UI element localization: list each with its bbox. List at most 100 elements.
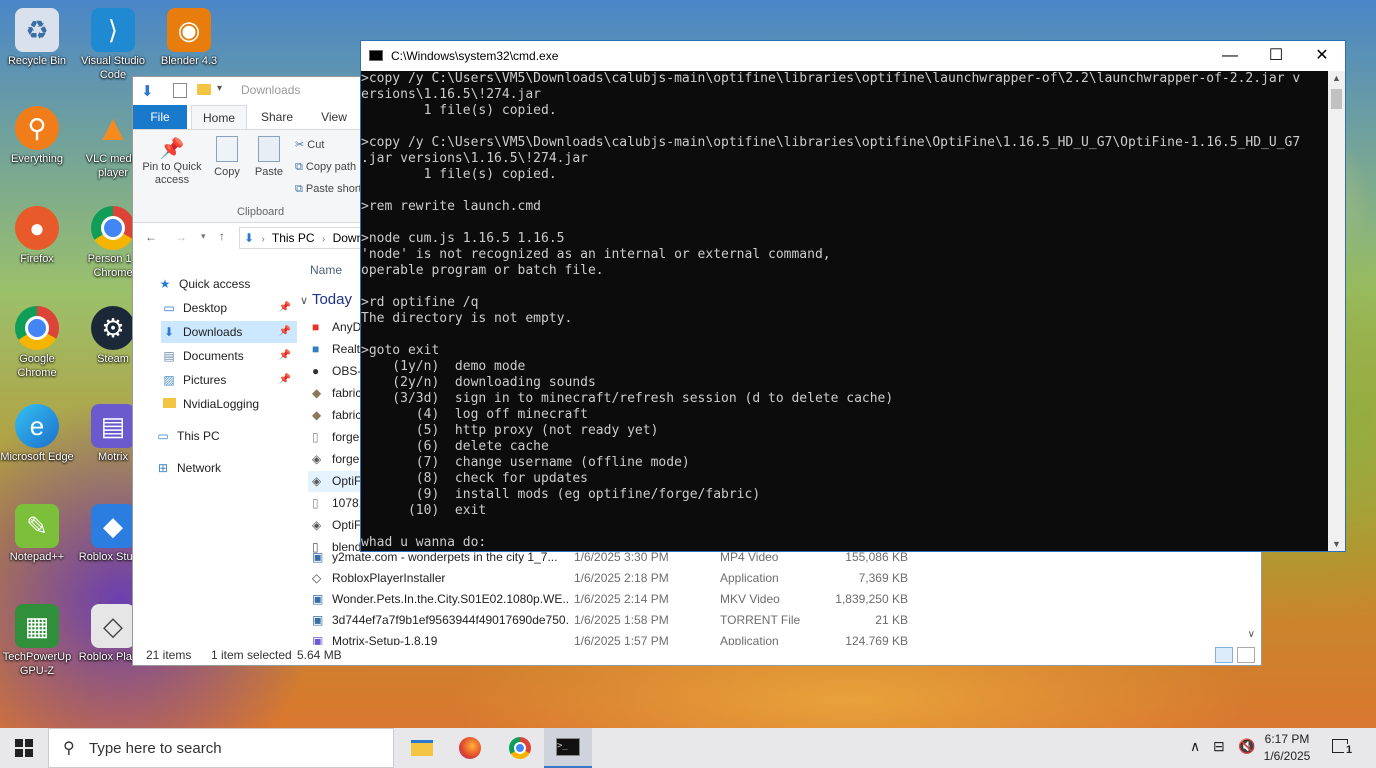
scroll-down-icon[interactable]: ▼ xyxy=(1332,539,1341,549)
tab-view[interactable]: View xyxy=(309,105,359,129)
paste-shortcut-button[interactable]: ⧉ Paste shortcut xyxy=(295,180,363,198)
file-size: 21 KB xyxy=(875,613,908,627)
nav-network[interactable]: ⊞ Network xyxy=(155,457,291,479)
steam-icon: ⚙ xyxy=(91,306,135,350)
close-button[interactable]: ✕ xyxy=(1299,41,1345,71)
cut-button[interactable]: ✂ Cut xyxy=(295,136,324,154)
jar-file-icon: ◈ xyxy=(312,452,322,466)
console-line: (9) install mods (eg optifine/forge/fabr… xyxy=(361,487,761,502)
console-line: >copy /y C:\Users\VM5\Downloads\calubjs-… xyxy=(361,135,1301,150)
qat-dropdown-icon[interactable]: ▾ xyxy=(217,83,222,94)
table-row[interactable]: ▣ Motrix-Setup-1.8.19 1/6/2025 1:57 PM A… xyxy=(308,631,1068,645)
vscode-icon: ⟩ xyxy=(91,8,135,52)
up-icon[interactable]: ↑ xyxy=(219,229,225,243)
motrix-file-icon: ▣ xyxy=(312,634,324,645)
taskbar-search-box[interactable]: ⚲ Type here to search xyxy=(48,728,394,768)
cmd-title-bar[interactable]: C:\Windows\system32\cmd.exe — ☐ ✕ xyxy=(361,41,1345,71)
file-size: 1,839,250 KB xyxy=(835,592,908,606)
nav-this-pc[interactable]: ▭ This PC xyxy=(155,425,291,447)
back-icon[interactable]: ← xyxy=(145,230,157,244)
breadcrumb-this-pc[interactable]: This PC xyxy=(272,231,315,245)
tab-share[interactable]: Share xyxy=(251,105,303,129)
selected-count: 1 item selected xyxy=(211,648,292,662)
show-hidden-icons-chevron[interactable]: ∧ xyxy=(1190,738,1200,755)
nav-documents[interactable]: ▤ Documents 📌 xyxy=(161,345,297,367)
minimize-button[interactable]: — xyxy=(1207,41,1253,71)
nav-pictures[interactable]: ▨ Pictures 📌 xyxy=(161,369,297,391)
taskbar-file-explorer[interactable] xyxy=(398,728,446,768)
notification-badge: 1 xyxy=(1344,744,1355,756)
cmd-icon: >_ xyxy=(556,738,580,756)
desktop-icon-edge[interactable]: e Microsoft Edge xyxy=(0,404,74,464)
forward-icon[interactable]: → xyxy=(175,230,187,244)
windows-logo-icon xyxy=(15,739,33,757)
pin-to-quick-access-button[interactable]: 📌 Pin to Quick access xyxy=(137,136,207,187)
explorer-window-title: Downloads xyxy=(241,83,301,97)
list-item-selected[interactable]: ◈ OptiF xyxy=(308,471,368,492)
desktop-icon-vscode[interactable]: ⟩ Visual Studio Code xyxy=(76,8,150,82)
group-header-today[interactable]: ∨ Today xyxy=(300,291,352,308)
selected-size: 5.64 MB xyxy=(297,648,342,662)
file-type: Application xyxy=(720,571,779,585)
scroll-up-icon[interactable]: ▲ xyxy=(1332,73,1341,83)
downloads-arrow-icon: ⬇ xyxy=(244,231,255,245)
console-line: 1 file(s) copied. xyxy=(361,167,557,182)
motrix-icon: ▤ xyxy=(91,404,135,448)
console-output[interactable]: >copy /y C:\Users\VM5\Downloads\calubjs-… xyxy=(361,71,1329,551)
nav-desktop[interactable]: ▭ Desktop 📌 xyxy=(161,297,297,319)
nav-quick-access[interactable]: ★ Quick access xyxy=(157,273,293,295)
command-prompt-window[interactable]: C:\Windows\system32\cmd.exe — ☐ ✕ >copy … xyxy=(360,40,1346,552)
folder-icon xyxy=(197,84,211,95)
desktop-icon-everything[interactable]: ⚲ Everything xyxy=(0,106,74,166)
navigation-pane: ★ Quick access ▭ Desktop 📌 ⬇ Downloads 📌 ▤ D… xyxy=(133,267,297,647)
console-line: The directory is not empty. xyxy=(361,311,573,326)
recent-dropdown-icon[interactable]: ▾ xyxy=(201,231,206,242)
table-row[interactable]: ▣ Wonder.Pets.In.the.City.S01E02.1080p.W… xyxy=(308,589,1068,610)
details-view-icon[interactable] xyxy=(1215,647,1233,663)
paste-button[interactable]: Paste xyxy=(249,136,289,178)
desktop-icon-blender[interactable]: ◉ Blender 4.3 xyxy=(152,8,226,68)
pin-icon: 📌 xyxy=(278,350,291,361)
properties-icon[interactable] xyxy=(173,83,187,98)
table-row[interactable]: ◇ RobloxPlayerInstaller 1/6/2025 2:18 PM… xyxy=(308,568,1068,589)
quick-access-toolbar-icon[interactable]: ⬇ xyxy=(141,82,154,100)
scroll-thumb[interactable] xyxy=(1331,89,1342,109)
tab-home[interactable]: Home xyxy=(191,105,247,129)
network-icon: ⊞ xyxy=(157,461,169,475)
desktop-icon-recycle-bin[interactable]: ♻ Recycle Bin xyxy=(0,8,74,68)
firefox-icon: ● xyxy=(15,206,59,250)
maximize-button[interactable]: ☐ xyxy=(1253,41,1299,71)
console-line: (3/3d) sign in to minecraft/refresh sess… xyxy=(361,391,894,406)
file-date: 1/6/2025 2:18 PM xyxy=(574,571,669,585)
table-row[interactable]: ▣ 3d744ef7a7f9b1ef9563944f49017690de750.… xyxy=(308,610,1068,631)
copy-button[interactable]: Copy xyxy=(207,136,247,178)
edge-icon: e xyxy=(15,404,59,448)
desktop-icon-google-chrome[interactable]: Google Chrome xyxy=(0,306,74,380)
clock[interactable]: 6:17 PM 1/6/2025 xyxy=(1262,731,1312,765)
column-header-name[interactable]: Name xyxy=(310,263,342,277)
paste-shortcut-icon: ⧉ xyxy=(295,183,303,195)
desktop-icon-firefox[interactable]: ● Firefox xyxy=(0,206,74,266)
copy-path-button[interactable]: ⧉ Copy path xyxy=(295,158,363,176)
status-bar: 21 items 1 item selected 5.64 MB xyxy=(133,645,1261,665)
console-scrollbar[interactable]: ▲ ▼ xyxy=(1328,71,1345,551)
start-button[interactable] xyxy=(0,728,48,768)
network-icon[interactable]: ⊟ xyxy=(1213,738,1225,755)
large-icons-view-icon[interactable] xyxy=(1237,647,1255,663)
tab-file[interactable]: File xyxy=(133,105,187,129)
volume-muted-icon[interactable]: 🔇 xyxy=(1238,738,1255,755)
taskbar-command-prompt[interactable]: >_ xyxy=(544,728,592,768)
scroll-down-icon[interactable]: ∨ xyxy=(1248,629,1255,640)
nav-nvidia-logging[interactable]: NvidiaLogging xyxy=(161,393,297,415)
chrome-icon xyxy=(91,206,135,250)
notification-center-button[interactable]: 1 xyxy=(1330,736,1356,760)
desktop-icon-notepad-plus-plus[interactable]: ✎ Notepad++ xyxy=(0,504,74,564)
documents-folder-icon: ▤ xyxy=(163,349,175,363)
taskbar-firefox[interactable] xyxy=(446,728,494,768)
nav-downloads[interactable]: ⬇ Downloads 📌 xyxy=(161,321,297,343)
desktop-icon-gpu-z[interactable]: ▦ TechPowerUp GPU-Z xyxy=(0,604,74,678)
taskbar-chrome[interactable] xyxy=(496,728,544,768)
console-line: (5) http proxy (not ready yet) xyxy=(361,423,659,438)
